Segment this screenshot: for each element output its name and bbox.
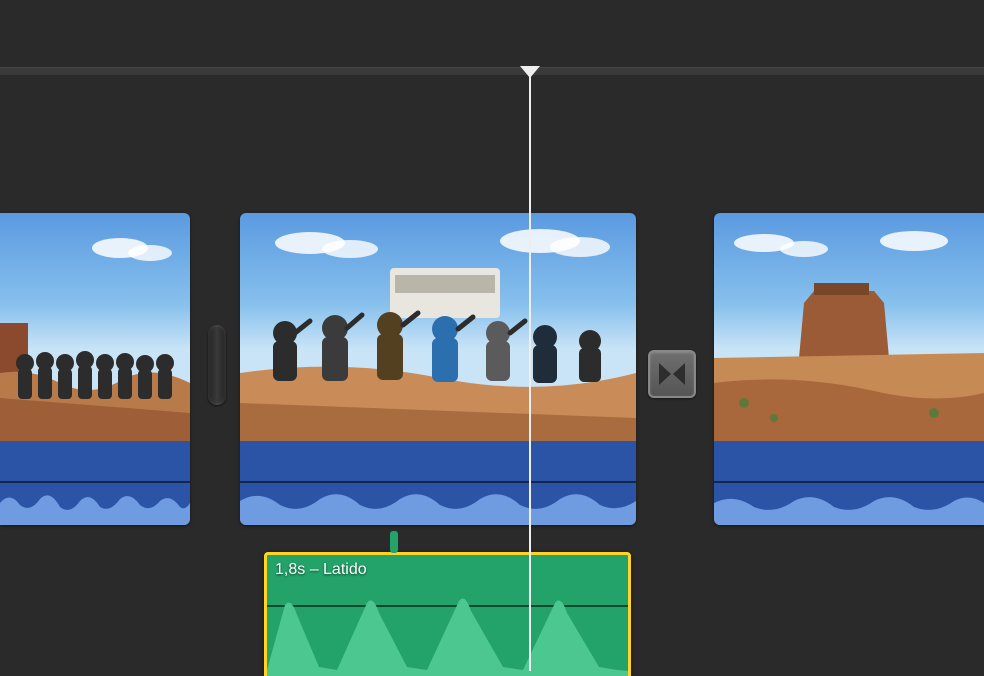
clip-thumbnail [0, 213, 190, 441]
video-clip-3[interactable] [714, 213, 984, 525]
clip-audio-waveform[interactable] [240, 441, 636, 525]
clip-trim-handle[interactable] [208, 325, 226, 405]
video-clip-1[interactable] [0, 213, 190, 525]
sfx-anchor[interactable] [390, 531, 398, 553]
clip-audio-waveform[interactable] [0, 441, 190, 525]
transition-crossfade-icon[interactable] [648, 350, 696, 398]
timeline-track-area[interactable]: 1,8s – Latido [0, 75, 984, 676]
clip-thumbnail [240, 213, 636, 441]
clip-audio-waveform[interactable] [714, 441, 984, 525]
sfx-waveform [267, 555, 628, 676]
toolbar-region [0, 0, 984, 65]
sound-effect-clip[interactable]: 1,8s – Latido [264, 552, 631, 676]
clip-thumbnail [714, 213, 984, 441]
video-clip-2[interactable] [240, 213, 636, 525]
playhead-line[interactable] [529, 76, 531, 671]
